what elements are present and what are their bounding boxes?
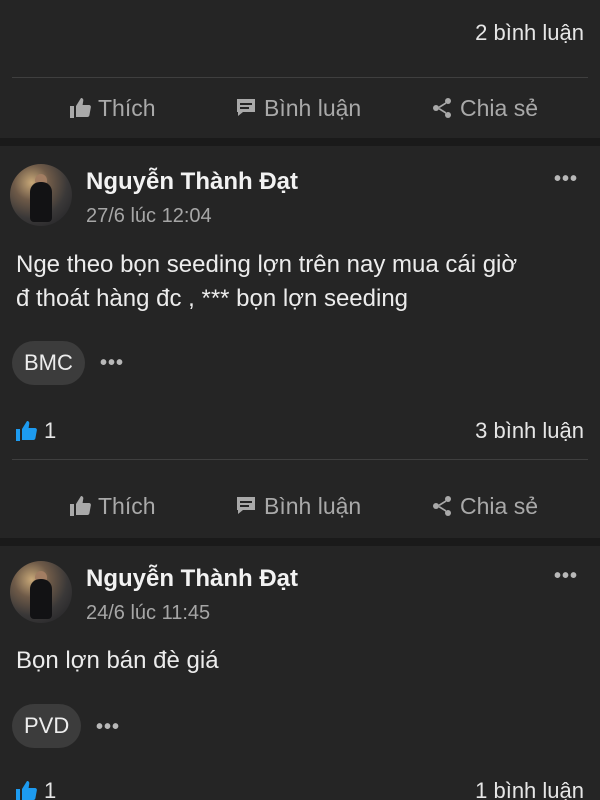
- post-time[interactable]: 27/6 lúc 12:04: [86, 205, 212, 228]
- like-label: Thích: [98, 492, 156, 519]
- more-icon[interactable]: •••: [554, 565, 578, 588]
- comment-button[interactable]: Bình luận: [234, 493, 361, 520]
- stock-tag[interactable]: PVD: [12, 704, 82, 748]
- avatar-figure: [30, 579, 52, 619]
- thumbs-up-icon: [70, 98, 91, 118]
- post-text-line: Bọn lợn bán đè giá: [16, 647, 219, 674]
- comment-icon: [237, 99, 255, 116]
- share-button[interactable]: Chia sẻ: [430, 95, 538, 122]
- thumbs-up-icon: [70, 496, 91, 516]
- post-text: Bọn lợn bán đè giá: [16, 644, 584, 678]
- comment-label: Bình luận: [264, 492, 362, 519]
- comment-icon: [237, 497, 255, 514]
- like-count-value: 1: [44, 778, 57, 800]
- like-button[interactable]: Thích: [68, 95, 156, 122]
- thumbs-up-icon: [16, 781, 37, 800]
- post-time[interactable]: 24/6 lúc 11:45: [86, 602, 210, 625]
- share-label: Chia sẻ: [460, 492, 538, 519]
- share-icon: [433, 496, 451, 516]
- avatar-figure: [30, 182, 52, 222]
- post-card-top: 2 bình luận Thích Bình luận Chia sẻ: [0, 0, 600, 138]
- post-text-line: đ thoát hàng đc , *** bọn lợn seeding: [16, 285, 409, 312]
- more-icon[interactable]: •••: [554, 168, 578, 191]
- post-text-line: Nge theo bọn seeding lợn trên nay mua cá…: [16, 251, 518, 278]
- share-icon: [433, 98, 451, 118]
- thumbs-up-icon: [16, 421, 37, 441]
- avatar[interactable]: [10, 164, 72, 226]
- post-card: Nguyễn Thành Đạt 27/6 lúc 12:04 ••• Nge …: [0, 146, 600, 538]
- comment-label: Bình luận: [264, 94, 362, 121]
- comment-button[interactable]: Bình luận: [234, 95, 361, 122]
- comments-count[interactable]: 3 bình luận: [475, 418, 584, 444]
- like-label: Thích: [98, 94, 156, 121]
- tag-more-icon[interactable]: •••: [100, 352, 124, 375]
- post-card: Nguyễn Thành Đạt 24/6 lúc 11:45 ••• Bọn …: [0, 546, 600, 800]
- like-button[interactable]: Thích: [68, 493, 156, 520]
- post-actions: Thích Bình luận Chia sẻ: [0, 476, 600, 536]
- post-actions: Thích Bình luận Chia sẻ: [0, 78, 600, 138]
- author-name[interactable]: Nguyễn Thành Đạt: [86, 565, 298, 593]
- post-text: Nge theo bọn seeding lợn trên nay mua cá…: [16, 248, 584, 316]
- like-count[interactable]: 1: [14, 778, 56, 800]
- like-count[interactable]: 1: [14, 418, 56, 444]
- share-label: Chia sẻ: [460, 94, 538, 121]
- comments-count[interactable]: 1 bình luận: [475, 778, 584, 800]
- tag-more-icon[interactable]: •••: [96, 716, 120, 739]
- comments-count[interactable]: 2 bình luận: [475, 20, 584, 46]
- share-button[interactable]: Chia sẻ: [430, 493, 538, 520]
- like-count-value: 1: [44, 418, 57, 443]
- divider: [12, 459, 588, 460]
- stock-tag[interactable]: BMC: [12, 341, 85, 385]
- author-name[interactable]: Nguyễn Thành Đạt: [86, 168, 298, 196]
- avatar[interactable]: [10, 561, 72, 623]
